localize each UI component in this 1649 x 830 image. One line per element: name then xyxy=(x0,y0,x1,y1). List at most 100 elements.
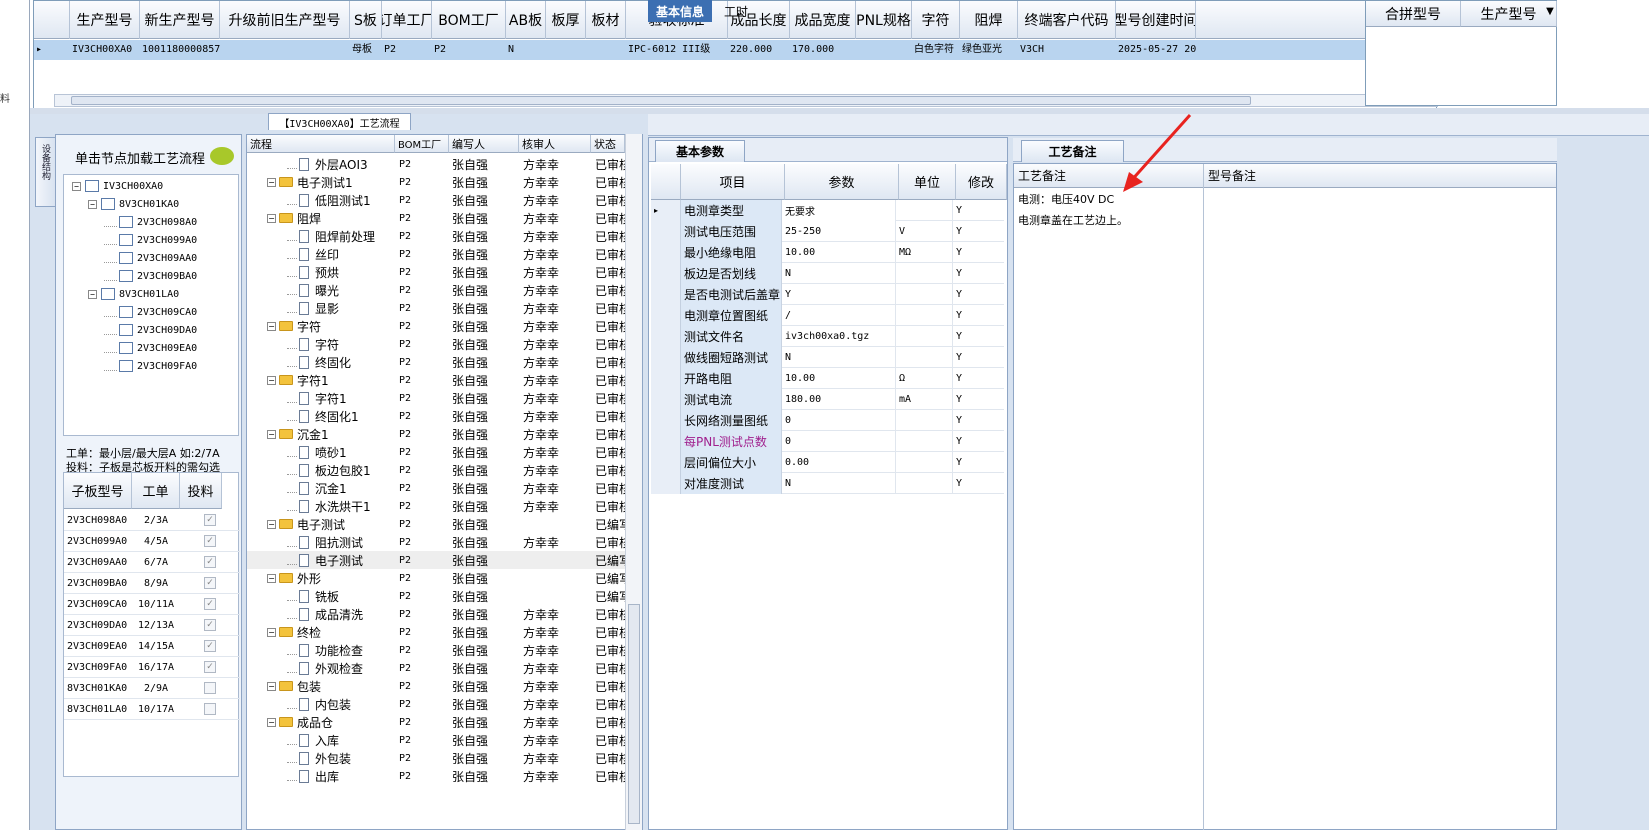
param-modify[interactable]: Y xyxy=(953,389,1004,410)
param-value[interactable]: N xyxy=(782,262,896,284)
process-row[interactable]: − 电子测试1 P2 张自强 方幸幸 已审核 xyxy=(247,173,625,191)
sub-grid-row[interactable]: 8V3CH01KA0 2/9A xyxy=(64,678,240,699)
tree-expander-icon[interactable]: − xyxy=(88,199,97,209)
tree-node[interactable]: 2V3CH09DA0 xyxy=(104,321,197,339)
process-row[interactable]: 铣板 P2 张自强 已编写 xyxy=(247,587,625,605)
param-value[interactable]: Y xyxy=(782,283,896,305)
tree-expander-icon[interactable]: − xyxy=(267,681,276,691)
tab-basic-params[interactable]: 基本参数 xyxy=(655,140,745,162)
process-row[interactable]: 曝光 P2 张自强 方幸幸 已审核 xyxy=(247,281,625,299)
row-cell-0[interactable]: IV3CH00XA0 xyxy=(70,40,140,60)
process-row[interactable]: 低阻测试1 P2 张自强 方幸幸 已审核 xyxy=(247,191,625,209)
tree-node[interactable]: − IV3CH00XA0 xyxy=(72,177,163,195)
tree-node[interactable]: − 8V3CH01KA0 xyxy=(88,195,179,213)
sub-grid-row[interactable]: 2V3CH099A0 4/5A ✓ xyxy=(64,531,240,552)
row-cell-15[interactable]: V3CH xyxy=(1018,40,1116,60)
process-row[interactable]: 水洗烘干1 P2 张自强 方幸幸 已审核 xyxy=(247,497,625,515)
param-value[interactable]: 0 xyxy=(782,409,896,431)
tree-node[interactable]: 2V3CH099A0 xyxy=(104,231,197,249)
process-row[interactable]: 丝印 P2 张自强 方幸幸 已审核 xyxy=(247,245,625,263)
process-row[interactable]: 电子测试 P2 张自强 已编写 xyxy=(247,551,625,569)
param-value[interactable]: N xyxy=(782,346,896,368)
node-checkbox-icon[interactable] xyxy=(119,216,133,228)
param-row[interactable]: 电测章位置图纸 / Y xyxy=(651,304,1004,326)
node-checkbox-icon[interactable] xyxy=(85,180,99,192)
header-13[interactable]: 字符 xyxy=(912,1,960,39)
tree-expander-icon[interactable]: − xyxy=(267,519,276,529)
process-row[interactable]: 阻抗测试 P2 张自强 方幸幸 已审核 xyxy=(247,533,625,551)
process-header-writer[interactable]: 编写人 xyxy=(449,135,519,153)
param-row[interactable]: 板边是否划线 N Y xyxy=(651,262,1004,284)
feed-checkbox[interactable]: ✓ xyxy=(204,556,216,568)
node-checkbox-icon[interactable] xyxy=(101,198,115,210)
row-cell-3[interactable]: 母板 xyxy=(350,40,382,60)
param-row[interactable]: 测试电流 180.00 mA Y xyxy=(651,388,1004,410)
process-row[interactable]: − 外形 P2 张自强 已编写 xyxy=(247,569,625,587)
tree-node[interactable]: 2V3CH09AA0 xyxy=(104,249,197,267)
process-row[interactable]: 功能检查 P2 张自强 方幸幸 已审核 xyxy=(247,641,625,659)
process-header-bom[interactable]: BOM工厂 xyxy=(395,135,449,153)
sub-grid-row[interactable]: 8V3CH01LA0 10/17A xyxy=(64,699,240,720)
param-row[interactable]: 开路电阻 10.00 Ω Y xyxy=(651,367,1004,389)
header-1[interactable]: 新生产型号 xyxy=(140,1,220,39)
header-11[interactable]: 成品宽度 xyxy=(790,1,856,39)
params-header-modify[interactable]: 修改 xyxy=(956,164,1007,200)
process-row[interactable]: − 字符 P2 张自强 方幸幸 已审核 xyxy=(247,317,625,335)
tab-dropdown-icon[interactable]: ▼ xyxy=(1540,0,1560,22)
row-cell-14[interactable]: 绿色亚光 xyxy=(960,40,1018,60)
param-row[interactable]: 是否电测试后盖章 Y Y xyxy=(651,283,1004,305)
process-row[interactable]: 显影 P2 张自强 方幸幸 已审核 xyxy=(247,299,625,317)
tree-node[interactable]: 2V3CH09CA0 xyxy=(104,303,197,321)
process-row[interactable]: 预烘 P2 张自强 方幸幸 已审核 xyxy=(247,263,625,281)
param-row[interactable]: 层间偏位大小 0.00 Y xyxy=(651,451,1004,473)
header-4[interactable]: 订单工厂 xyxy=(382,1,432,39)
row-cell-12[interactable] xyxy=(856,40,912,60)
tree-expander-icon[interactable]: − xyxy=(267,375,276,385)
row-cell-6[interactable]: N xyxy=(506,40,546,60)
tree-expander-icon[interactable]: − xyxy=(72,181,81,191)
feed-checkbox[interactable]: ✓ xyxy=(204,598,216,610)
header-8[interactable]: 板材 xyxy=(586,1,626,39)
horizontal-scrollbar[interactable] xyxy=(54,94,1438,107)
process-remark-line-1[interactable]: 电测：电压40V DC xyxy=(1018,191,1114,207)
param-value[interactable]: 0.00 xyxy=(782,451,896,473)
tab-basic-info[interactable]: 基本信息 xyxy=(648,0,712,22)
process-remark-line-2[interactable]: 电测章盖在工艺边上。 xyxy=(1018,212,1128,228)
row-cell-5[interactable]: P2 xyxy=(432,40,506,60)
param-row[interactable]: 对准度测试 N Y xyxy=(651,472,1004,494)
process-row[interactable]: 外层AOI3 P2 张自强 方幸幸 已审核 xyxy=(247,155,625,173)
process-vertical-scrollbar[interactable] xyxy=(625,134,642,830)
param-row[interactable]: 测试电压范围 25-250 V Y xyxy=(651,220,1004,242)
process-row[interactable]: 终固化 P2 张自强 方幸幸 已审核 xyxy=(247,353,625,371)
param-modify[interactable]: Y xyxy=(953,347,1004,368)
sub-grid-row[interactable]: 2V3CH09DA0 12/13A ✓ xyxy=(64,615,240,636)
tree-expander-icon[interactable]: − xyxy=(267,627,276,637)
row-cell-8[interactable] xyxy=(586,40,626,60)
node-checkbox-icon[interactable] xyxy=(119,360,133,372)
row-cell-9[interactable]: IPC-6012 III级 xyxy=(626,40,728,60)
process-row[interactable]: 沉金1 P2 张自强 方幸幸 已审核 xyxy=(247,479,625,497)
param-modify[interactable]: Y xyxy=(953,263,1004,284)
feed-checkbox[interactable]: ✓ xyxy=(204,535,216,547)
process-row[interactable]: 成品清洗 P2 张自强 方幸幸 已审核 xyxy=(247,605,625,623)
process-row[interactable]: 出库 P2 张自强 方幸幸 已审核 xyxy=(247,767,625,785)
tree-expander-icon[interactable]: − xyxy=(267,429,276,439)
process-row[interactable]: − 电子测试 P2 张自强 已编写 xyxy=(247,515,625,533)
param-value[interactable]: / xyxy=(782,304,896,326)
param-value[interactable]: 0 xyxy=(782,430,896,452)
process-row[interactable]: − 包装 P2 张自强 方幸幸 已审核 xyxy=(247,677,625,695)
feed-checkbox[interactable] xyxy=(204,682,216,694)
tree-node[interactable]: 2V3CH098A0 xyxy=(104,213,197,231)
model-grid-row[interactable]: ▸ IV3CH00XA0 10011800008576 母板 P2 P2 N IPC-6012… xyxy=(34,40,1436,60)
param-row[interactable]: 测试文件名 iv3ch00xa0.tgz Y xyxy=(651,325,1004,347)
param-value[interactable]: N xyxy=(782,472,896,494)
tab-work-hours[interactable]: 工时 xyxy=(716,0,756,22)
header-5[interactable]: BOM工厂 xyxy=(432,1,506,39)
process-row[interactable]: 内包装 P2 张自强 方幸幸 已审核 xyxy=(247,695,625,713)
process-row[interactable]: 终固化1 P2 张自强 方幸幸 已审核 xyxy=(247,407,625,425)
process-row[interactable]: 字符 P2 张自强 方幸幸 已审核 xyxy=(247,335,625,353)
process-row[interactable]: − 字符1 P2 张自强 方幸幸 已审核 xyxy=(247,371,625,389)
tree-expander-icon[interactable]: − xyxy=(267,213,276,223)
param-modify[interactable]: Y xyxy=(953,452,1004,473)
tree-node[interactable]: 2V3CH09BA0 xyxy=(104,267,197,285)
